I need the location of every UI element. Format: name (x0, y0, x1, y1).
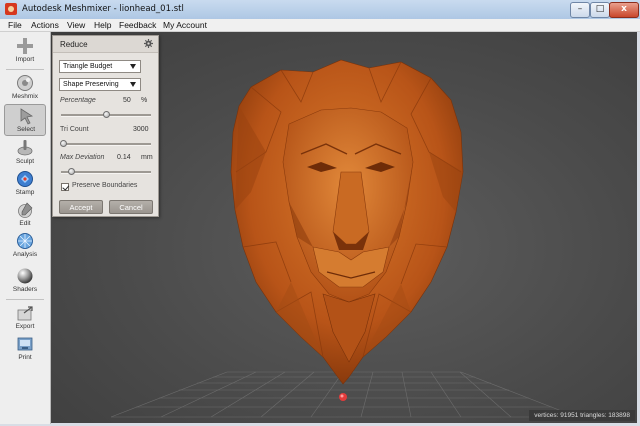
minimize-button[interactable]: – (570, 2, 590, 18)
tri-count-label: Tri Count (60, 126, 89, 133)
tool-import[interactable]: Import (4, 35, 46, 67)
menu-view[interactable]: View (67, 19, 85, 31)
percentage-slider-thumb[interactable] (102, 111, 110, 118)
select-arrow-icon (20, 108, 34, 125)
edit-icon (18, 202, 33, 218)
percentage-value[interactable]: 50 (123, 97, 131, 104)
plus-icon (17, 38, 33, 54)
tool-label: Edit (19, 220, 31, 227)
percentage-slider[interactable] (61, 111, 151, 118)
mesh-stats-status: vertices: 91951 triangles: 183898 (529, 410, 635, 421)
chevron-down-icon (130, 64, 136, 69)
reduce-panel-title: Reduce (60, 40, 88, 49)
maximize-button[interactable]: □ (590, 2, 610, 18)
max-deviation-label: Max Deviation (60, 154, 105, 161)
tri-count-value[interactable]: 3000 (133, 126, 149, 133)
reduce-mode-select[interactable]: Triangle Budget (59, 60, 141, 73)
tool-shaders[interactable]: Shaders (4, 265, 46, 297)
tool-label: Shaders (12, 286, 38, 293)
max-deviation-slider[interactable] (61, 168, 151, 175)
stamp-icon (17, 171, 33, 187)
reduce-panel: Reduce Triangle Budget Shape Preserving … (52, 35, 159, 217)
cancel-button[interactable]: Cancel (109, 200, 153, 214)
left-toolbar: Import Meshmix Select Sculpt Stamp Edit … (0, 32, 51, 424)
tool-export[interactable]: Export (4, 302, 46, 334)
tool-label: Print (18, 354, 32, 361)
tool-print[interactable]: Print (4, 333, 46, 365)
tool-label: Select (16, 126, 36, 133)
max-deviation-slider-thumb[interactable] (68, 168, 76, 175)
percentage-unit: % (141, 97, 148, 104)
tool-label: Export (15, 323, 35, 330)
max-deviation-value[interactable]: 0.14 (117, 154, 131, 161)
tool-label: Analysis (12, 251, 38, 258)
sculpt-brush-icon (17, 140, 33, 156)
tool-label: Meshmix (11, 93, 38, 100)
lion-head-model[interactable] (230, 59, 464, 385)
shaders-sphere-icon (17, 268, 33, 284)
reduce-type-value: Shape Preserving (63, 81, 119, 88)
reduce-mode-value: Triangle Budget (63, 63, 113, 70)
tool-analysis[interactable]: Analysis (4, 230, 46, 262)
accept-button[interactable]: Accept (59, 200, 103, 214)
tool-sculpt[interactable]: Sculpt (4, 137, 46, 169)
toolbar-divider (6, 299, 44, 300)
preserve-boundaries-checkbox[interactable] (61, 183, 69, 191)
export-icon (17, 306, 33, 321)
tri-count-slider[interactable] (60, 140, 151, 147)
meshmix-icon (17, 75, 33, 91)
tool-label: Sculpt (15, 158, 35, 165)
menu-feedback[interactable]: Feedback (119, 19, 156, 31)
print-icon (17, 337, 33, 351)
title-bar[interactable]: Autodesk Meshmixer - lionhead_01.stl – □… (0, 0, 640, 20)
percentage-label: Percentage (60, 97, 96, 104)
meshmixer-window: Autodesk Meshmixer - lionhead_01.stl – □… (0, 0, 640, 426)
tool-meshmix[interactable]: Meshmix (4, 72, 46, 104)
meshmixer-app-icon (5, 3, 17, 15)
tri-count-slider-thumb[interactable] (60, 140, 68, 147)
preserve-boundaries-label: Preserve Boundaries (72, 182, 138, 189)
menu-actions[interactable]: Actions (31, 19, 59, 31)
chevron-down-icon (130, 82, 136, 87)
reduce-panel-header[interactable]: Reduce (53, 36, 158, 53)
pivot-highlight (340, 394, 344, 398)
close-button[interactable]: x (609, 2, 639, 18)
tool-stamp[interactable]: Stamp (4, 168, 46, 200)
tool-label: Import (15, 56, 35, 63)
menu-my-account[interactable]: My Account (163, 19, 207, 31)
window-title: Autodesk Meshmixer - lionhead_01.stl (22, 4, 184, 14)
menu-bar: File Actions View Help Feedback My Accou… (0, 19, 640, 32)
analysis-icon (17, 233, 33, 249)
tool-select[interactable]: Select (4, 104, 46, 136)
menu-help[interactable]: Help (94, 19, 111, 31)
tool-edit[interactable]: Edit (4, 199, 46, 231)
toolbar-divider (6, 69, 44, 70)
reduce-type-select[interactable]: Shape Preserving (59, 78, 141, 91)
gear-icon[interactable] (144, 39, 153, 48)
menu-file[interactable]: File (8, 19, 22, 31)
tool-label: Stamp (15, 189, 35, 196)
max-deviation-unit: mm (141, 154, 153, 161)
